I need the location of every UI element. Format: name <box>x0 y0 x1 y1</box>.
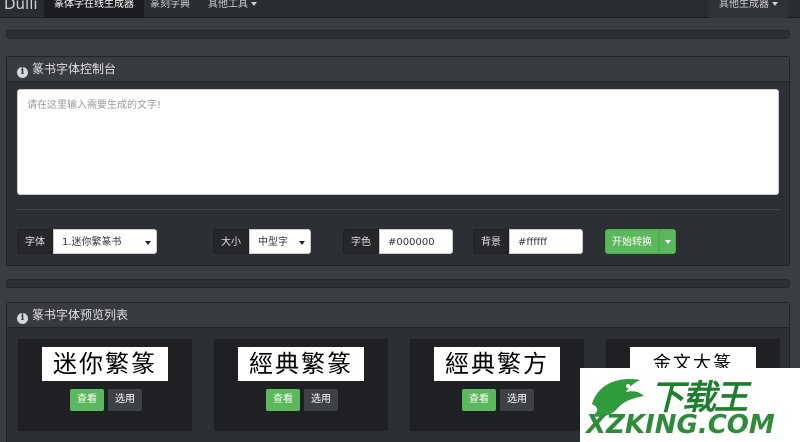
top-navbar: Dulli 篆体字在线生成器 篆刻字典 其他工具 其他生成器 <box>0 0 800 18</box>
font-sample: 經典繁方 <box>434 347 560 381</box>
preview-card: 經典繁方 查看 选用 <box>409 338 585 432</box>
console-panel-header: i 篆书字体控制台 <box>7 57 789 82</box>
nav-item-label: 其他工具 <box>208 0 248 10</box>
chevron-down-icon <box>251 2 257 6</box>
nav-item-label: 篆体字在线生成器 <box>54 0 134 10</box>
size-select-value: 中型字 <box>258 237 288 248</box>
nav-item-label: 其他生成器 <box>719 0 769 10</box>
preview-title: 篆书字体预览列表 <box>32 308 129 322</box>
font-sample: 經典繁篆 <box>238 347 364 381</box>
preview-card: 經典繁篆 查看 选用 <box>213 338 389 432</box>
text-input[interactable] <box>17 89 779 195</box>
select-button[interactable]: 选用 <box>500 389 534 411</box>
info-icon: i <box>17 67 28 78</box>
background-input[interactable]: #ffffff <box>509 229 583 254</box>
chevron-down-icon <box>664 240 671 244</box>
preview-card: 迷你繁篆 查看 选用 <box>17 338 193 432</box>
convert-options-button[interactable] <box>659 229 676 254</box>
watermark-domain: XZKING.COM <box>586 410 775 440</box>
view-button[interactable]: 查看 <box>462 389 496 411</box>
console-panel: i 篆书字体控制台 字体 1.迷你繁篆书 大小 中型字 字色 #000000 背景… <box>6 56 790 266</box>
select-button[interactable]: 选用 <box>108 389 142 411</box>
nav-item-other-tools[interactable]: 其他工具 <box>198 0 267 18</box>
select-button[interactable]: 选用 <box>304 389 338 411</box>
console-title: 篆书字体控制台 <box>32 62 117 76</box>
background-label: 背景 <box>473 229 509 254</box>
view-button[interactable]: 查看 <box>266 389 300 411</box>
nav-item-label: 篆刻字典 <box>150 0 190 10</box>
nav-item-other-generators[interactable]: 其他生成器 <box>709 0 788 18</box>
font-sample: 迷你繁篆 <box>42 347 168 381</box>
info-icon: i <box>17 313 28 324</box>
convert-button[interactable]: 开始转换 <box>605 229 659 254</box>
font-select[interactable]: 1.迷你繁篆书 <box>53 229 157 254</box>
view-button[interactable]: 查看 <box>70 389 104 411</box>
top-spacer-bar <box>6 30 790 39</box>
preview-panel-header: i 篆书字体预览列表 <box>7 303 789 328</box>
font-label: 字体 <box>17 229 53 254</box>
chevron-down-icon <box>772 2 778 6</box>
chevron-down-icon <box>145 241 151 245</box>
nav-item-seal-dictionary[interactable]: 篆刻字典 <box>140 0 200 18</box>
brand-logo[interactable]: Dulli <box>4 0 38 14</box>
divider <box>17 209 779 210</box>
font-select-value: 1.迷你繁篆书 <box>62 237 122 248</box>
chevron-down-icon <box>299 241 305 245</box>
background-input-value: #ffffff <box>518 237 548 248</box>
size-label: 大小 <box>213 229 249 254</box>
middle-spacer-bar <box>6 279 790 288</box>
color-label: 字色 <box>343 229 379 254</box>
size-select[interactable]: 中型字 <box>249 229 311 254</box>
site-watermark: 下载王 XZKING.COM <box>580 368 800 442</box>
color-input-value: #000000 <box>388 237 435 248</box>
color-input[interactable]: #000000 <box>379 229 453 254</box>
nav-item-seal-generator[interactable]: 篆体字在线生成器 <box>44 0 144 18</box>
